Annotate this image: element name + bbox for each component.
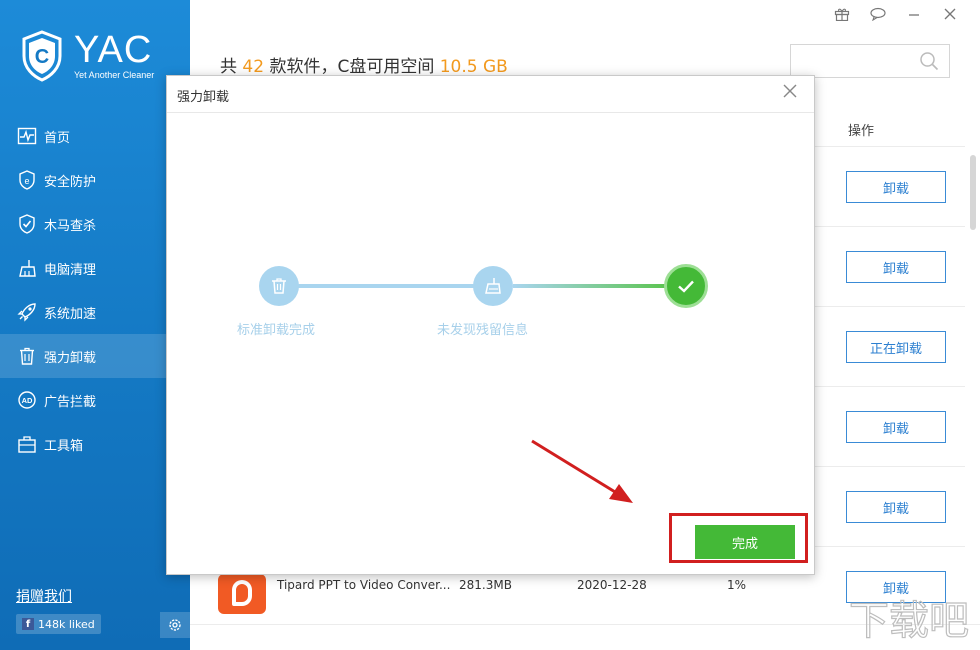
dialog-title: 强力卸载 (177, 90, 230, 105)
uninstall-button[interactable]: 卸载 (846, 491, 946, 523)
column-header-operation: 操作 (848, 124, 875, 139)
sidebar-nav: 首页 e 安全防护 木马查杀 电脑清理 系统加速 强力卸载 AD 广告拦截 工具… (0, 114, 190, 466)
feedback-icon[interactable] (868, 6, 888, 22)
sidebar-item-label: 电脑清理 (44, 262, 97, 278)
row-divider (815, 466, 965, 467)
facebook-like-badge[interactable]: f 148k liked (16, 614, 101, 634)
shield-logo-icon: C (22, 30, 62, 82)
step-2-label: 未发现残留信息 (437, 323, 529, 338)
uninstall-button[interactable]: 卸载 (846, 411, 946, 443)
sidebar-item-label: 广告拦截 (44, 394, 97, 410)
settings-button[interactable] (160, 612, 190, 638)
app-icon (218, 574, 266, 614)
install-date: 2020-12-28 (577, 578, 647, 592)
software-summary: 共 42 款软件，C盘可用空间 10.5 GB (220, 52, 508, 77)
app-name: Tipard PPT to Video Conver... (277, 578, 451, 592)
svg-text:AD: AD (22, 396, 33, 405)
facebook-icon: f (22, 618, 34, 630)
sidebar-item-label: 系统加速 (44, 306, 97, 322)
row-divider (815, 146, 965, 147)
row-divider (815, 386, 965, 387)
uninstall-button[interactable]: 卸载 (846, 171, 946, 203)
row-divider (815, 306, 965, 307)
uninstall-button[interactable]: 卸载 (846, 251, 946, 283)
toolbox-icon (16, 433, 38, 455)
sidebar: C YAC Yet Another Cleaner 首页 e 安全防护 木马查杀 (0, 0, 190, 650)
done-button[interactable]: 完成 (695, 525, 795, 559)
gear-icon (169, 619, 181, 631)
step-2-broom-icon (473, 266, 513, 306)
sidebar-item-uninstall[interactable]: 强力卸载 (0, 334, 190, 378)
facebook-like-count: 148k liked (38, 617, 95, 631)
app-size: 281.3MB (459, 578, 512, 592)
step-1-label: 标准卸载完成 (237, 323, 316, 338)
app-logo: C YAC Yet Another Cleaner (20, 30, 154, 82)
watermark-text: 下载吧 (849, 598, 969, 644)
broom-icon (16, 257, 38, 279)
uninstall-dialog: 强力卸载 标准卸载完成 未发现残留信息 完成 (166, 75, 815, 575)
step-1-trash-icon (259, 266, 299, 306)
uninstalling-button[interactable]: 正在卸载 (846, 331, 946, 363)
svg-text:e: e (24, 176, 29, 186)
step-3-check-icon (664, 264, 708, 308)
dialog-divider (167, 112, 814, 113)
summary-middle: 款软件，C盘可用空间 (264, 57, 440, 77)
scrollbar[interactable] (970, 155, 976, 230)
svg-text:C: C (35, 46, 49, 68)
sidebar-item-home[interactable]: 首页 (0, 114, 190, 158)
sidebar-item-trojan-scan[interactable]: 木马查杀 (0, 202, 190, 246)
sidebar-item-speedup[interactable]: 系统加速 (0, 290, 190, 334)
free-space: 10.5 GB (439, 57, 508, 77)
ad-block-icon: AD (16, 389, 38, 411)
progress-line-1 (279, 284, 479, 288)
donate-link[interactable]: 捐赠我们 (16, 586, 72, 606)
gift-icon[interactable] (832, 6, 852, 22)
heartbeat-icon (16, 125, 38, 147)
window-controls (832, 6, 960, 22)
trash-icon (16, 345, 38, 367)
summary-prefix: 共 (220, 57, 243, 77)
shield-e-icon: e (16, 169, 38, 191)
search-icon (920, 52, 939, 71)
row-divider (815, 546, 965, 547)
close-window-icon[interactable] (940, 6, 960, 22)
sidebar-item-label: 工具箱 (44, 438, 84, 454)
row-divider (815, 226, 965, 227)
logo-text: YAC (74, 29, 153, 71)
sidebar-item-ad-block[interactable]: AD 广告拦截 (0, 378, 190, 422)
search-input[interactable] (790, 44, 950, 78)
progress-line-2 (513, 284, 667, 288)
rocket-icon (16, 301, 38, 323)
sidebar-item-label: 安全防护 (44, 174, 97, 190)
close-icon[interactable] (780, 81, 800, 101)
sidebar-item-label: 强力卸载 (44, 350, 97, 366)
usage-percent: 1% (727, 578, 747, 592)
sidebar-item-security[interactable]: e 安全防护 (0, 158, 190, 202)
minimize-icon[interactable] (904, 6, 924, 22)
sidebar-item-cleanup[interactable]: 电脑清理 (0, 246, 190, 290)
sidebar-item-label: 首页 (44, 130, 71, 146)
logo-subtitle: Yet Another Cleaner (74, 70, 155, 80)
watermark-logo: 下载吧 (848, 597, 969, 644)
shield-check-icon (16, 213, 38, 235)
software-count: 42 (242, 57, 265, 77)
sidebar-item-toolbox[interactable]: 工具箱 (0, 422, 190, 466)
sidebar-item-label: 木马查杀 (44, 218, 97, 234)
